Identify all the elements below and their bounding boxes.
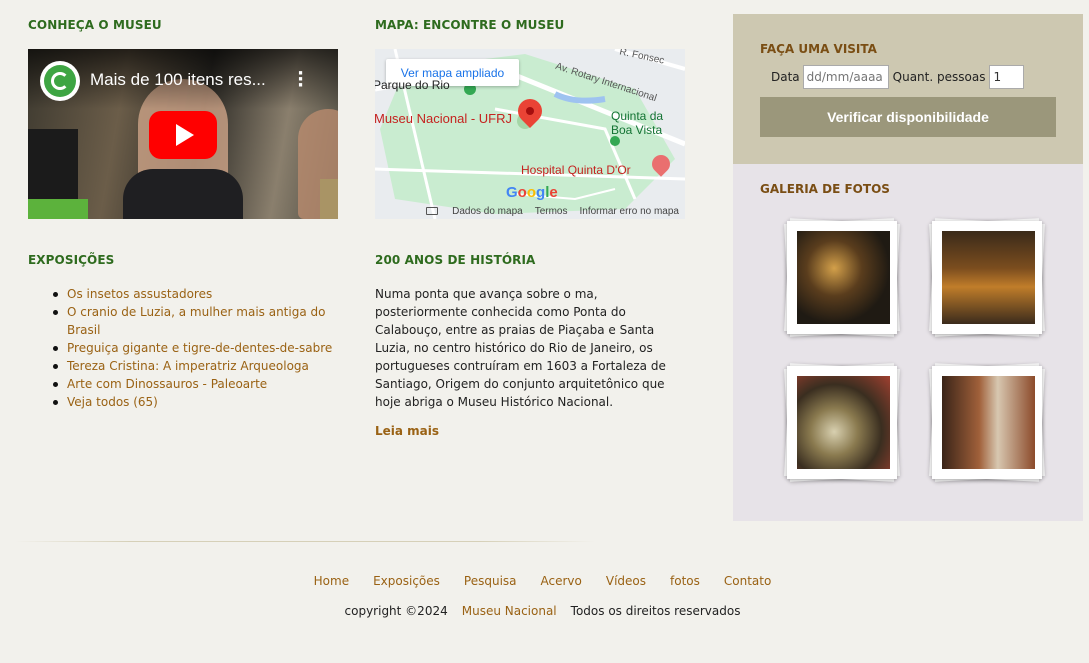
gallery-photo[interactable] <box>929 218 1045 337</box>
read-more-link[interactable]: Leia mais <box>375 424 439 438</box>
exhibition-link[interactable]: O cranio de Luzia, a mulher mais antiga … <box>67 305 325 337</box>
photo-4-image <box>942 376 1035 469</box>
keyboard-icon[interactable] <box>426 207 439 215</box>
visit-form: Data Quant. pessoas <box>771 65 1025 89</box>
sidebar: FAÇA UMA VISITA Data Quant. pessoas Veri… <box>733 14 1083 521</box>
map-heading: MAPA: ENCONTRE O MUSEU <box>375 18 565 32</box>
exhibition-link[interactable]: Arte com Dinossauros - Paleoarte <box>67 377 267 391</box>
list-item: Tereza Cristina: A imperatriz Arqueologa <box>47 357 347 375</box>
video-person-secondary <box>298 109 338 219</box>
nav-research[interactable]: Pesquisa <box>464 574 517 588</box>
gallery-photo[interactable] <box>929 363 1045 482</box>
video-player[interactable]: Mais de 100 itens res... · · · <box>28 49 338 219</box>
museum-link[interactable]: Museu Nacional <box>462 604 557 618</box>
list-item: O cranio de Luzia, a mulher mais antiga … <box>47 303 347 339</box>
channel-logo-icon[interactable] <box>40 61 80 101</box>
play-icon[interactable] <box>149 111 217 159</box>
gallery-photo[interactable] <box>784 363 900 482</box>
visit-panel: FAÇA UMA VISITA Data Quant. pessoas Veri… <box>733 14 1083 164</box>
photo-1-image <box>797 231 890 324</box>
video-background-desk <box>28 199 88 219</box>
date-field[interactable] <box>802 65 889 89</box>
see-all-link[interactable]: Veja todos (65) <box>67 395 158 409</box>
list-item: Arte com Dinossauros - Paleoarte <box>47 375 347 393</box>
photo-2-image <box>942 231 1035 324</box>
visit-title: FAÇA UMA VISITA <box>760 42 877 56</box>
date-label: Data <box>771 70 800 84</box>
list-item: Preguiça gigante e tigre-de-dentes-de-sa… <box>47 339 347 357</box>
nav-collection[interactable]: Acervo <box>541 574 582 588</box>
people-label: Quant. pessoas <box>892 70 986 84</box>
exhibition-link[interactable]: Preguiça gigante e tigre-de-dentes-de-sa… <box>67 341 332 355</box>
nav-videos[interactable]: Vídeos <box>606 574 646 588</box>
rights-text: Todos os direitos reservados <box>570 604 741 618</box>
footer-divider <box>15 541 595 542</box>
list-item: Veja todos (65) <box>47 393 347 411</box>
google-logo: Google <box>506 184 558 201</box>
exhibitions-list: Os insetos assustadores O cranio de Luzi… <box>47 285 347 411</box>
history-heading: 200 ANOS DE HISTÓRIA <box>375 253 536 267</box>
kebab-menu-icon[interactable]: · · · <box>297 65 304 95</box>
history-text: Numa ponta que avança sobre o ma, poster… <box>375 287 666 409</box>
map-embed[interactable]: Ver mapa ampliado R. Fonsec Av. Rotary I… <box>375 49 685 219</box>
nav-home[interactable]: Home <box>314 574 349 588</box>
gallery-title: GALERIA DE FOTOS <box>760 182 890 196</box>
copyright-text: copyright ©2024 <box>344 604 448 618</box>
check-availability-button[interactable]: Verificar disponibilidade <box>760 97 1056 137</box>
exhibition-link[interactable]: Tereza Cristina: A imperatriz Arqueologa <box>67 359 309 373</box>
list-item: Os insetos assustadores <box>47 285 347 303</box>
people-field[interactable] <box>989 65 1025 89</box>
exhibition-link[interactable]: Os insetos assustadores <box>67 287 212 301</box>
gallery-photo[interactable] <box>784 218 900 337</box>
map-label-quinta-2: Boa Vista <box>611 123 663 137</box>
map-data-link[interactable]: Dados do mapa <box>452 206 523 217</box>
copyright-line: copyright ©2024 Museu Nacional Todos os … <box>0 604 1085 618</box>
video-person-shirt <box>123 169 243 219</box>
exhibitions-heading: EXPOSIÇÕES <box>28 253 115 267</box>
map-label-quinta-1: Quinta da <box>611 109 664 123</box>
video-background-monitor <box>28 129 78 199</box>
map-label-park: Parque do Rio <box>375 78 450 92</box>
map-terms-link[interactable]: Termos <box>535 206 568 217</box>
photo-3-image <box>797 376 890 469</box>
museum-heading: CONHEÇA O MUSEU <box>28 18 162 32</box>
map-footer: Dados do mapa Termos Informar erro no ma… <box>375 203 685 219</box>
footer-nav: Home Exposições Pesquisa Acervo Vídeos f… <box>0 574 1085 588</box>
map-report-link[interactable]: Informar erro no mapa <box>580 206 680 217</box>
nav-contact[interactable]: Contato <box>724 574 771 588</box>
nav-photos[interactable]: fotos <box>670 574 700 588</box>
map-label-museum: Museu Nacional - UFRJ <box>375 111 512 126</box>
video-title[interactable]: Mais de 100 itens res... <box>90 70 266 90</box>
map-label-hospital: Hospital Quinta D'Or <box>521 163 631 177</box>
nav-exhibitions[interactable]: Exposições <box>373 574 440 588</box>
